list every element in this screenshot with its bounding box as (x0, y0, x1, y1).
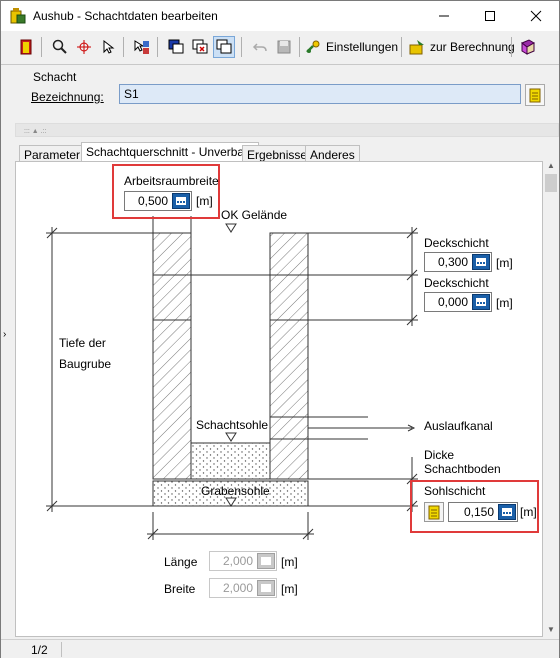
scroll-up-icon[interactable]: ▲ (543, 157, 559, 173)
designation-label: Bezeichnung: (31, 90, 104, 104)
page-indicator: 1/2 (31, 643, 48, 657)
cover-layer-1-field[interactable]: 0,300 (424, 252, 492, 272)
working-space-value: 0,500 (137, 194, 168, 208)
cross-section-page: Arbeitsraumbreite 0,500 [m] OK Gelände D… (15, 161, 543, 637)
close-button[interactable] (513, 1, 559, 31)
shaft-selector-button[interactable] (525, 84, 545, 106)
length-unit: [m] (281, 555, 298, 569)
calculator-icon[interactable] (472, 294, 490, 310)
scrollbar-thumb[interactable] (545, 174, 557, 192)
calculation-icon (409, 40, 424, 55)
window: Aushub - Schachtdaten bearbeiten Einstel… (0, 0, 560, 658)
working-space-label: Arbeitsraumbreite (124, 174, 219, 188)
zoom-icon[interactable] (49, 36, 71, 58)
crosshair-icon[interactable] (73, 36, 95, 58)
layer-material-icon (428, 505, 440, 520)
base-layer-unit: [m] (520, 505, 537, 519)
window-close-icon[interactable] (189, 36, 211, 58)
title-bar: Aushub - Schachtdaten bearbeiten (1, 1, 559, 31)
tab-other[interactable]: Anderes (305, 145, 360, 162)
cover-layer-1-label: Deckschicht (424, 236, 489, 250)
cover-layer-2-label: Deckschicht (424, 276, 489, 290)
working-space-field[interactable]: 0,500 (124, 191, 192, 211)
cross-section-drawing (46, 216, 418, 540)
settings-icon (306, 40, 320, 53)
width-value: 2,000 (222, 581, 253, 595)
cover-layer-2-unit: [m] (496, 296, 513, 310)
bottom-thickness-label-line1: Dicke (424, 448, 455, 462)
tab-bar: Parameter Schachtquerschnitt - Unverbaut… (15, 142, 559, 162)
pointer-icon[interactable] (97, 36, 119, 58)
help-book-icon[interactable] (517, 36, 539, 58)
calculator-icon[interactable] (498, 504, 516, 520)
calculator-icon[interactable] (172, 193, 190, 209)
bottom-thickness-label-line2: Schachtboden (424, 462, 501, 476)
app-icon (9, 7, 27, 25)
shaft-group-label: Schacht (33, 70, 77, 84)
svg-text:::: ▲ .::: ::: ▲ .:: (24, 128, 47, 135)
cover-layer-1-unit: [m] (496, 256, 513, 270)
calculator-icon (257, 580, 275, 596)
pit-depth-label-line1: Tiefe der (59, 336, 106, 350)
length-value: 2,000 (222, 554, 253, 568)
window-cascade-icon[interactable] (165, 36, 187, 58)
ground-level-label: OK Gelände (221, 208, 288, 222)
to-calculation-button[interactable]: zur Berechnung (409, 36, 515, 58)
maximize-button[interactable] (467, 1, 513, 31)
shaft-bottom-label: Schachtsohle (196, 418, 269, 432)
select-objects-icon[interactable] (131, 36, 153, 58)
window-tile-icon[interactable] (213, 36, 235, 58)
exit-door-icon[interactable] (15, 36, 37, 58)
save-icon[interactable] (273, 36, 295, 58)
designation-input[interactable]: S1 (119, 84, 521, 104)
scroll-down-icon[interactable]: ▼ (543, 621, 559, 637)
tab-results[interactable]: Ergebnisse (242, 145, 313, 162)
base-layer-field[interactable]: 0,150 (448, 502, 518, 522)
settings-button[interactable]: Einstellungen (305, 36, 398, 58)
calculator-icon (257, 553, 275, 569)
tab-shaft-cross-section[interactable]: Schachtquerschnitt - Unverbaut (81, 142, 260, 162)
pit-depth-label-line2: Baugrube (59, 357, 112, 371)
length-field[interactable]: 2,000 (209, 551, 277, 571)
width-label: Breite (164, 582, 196, 596)
base-layer-material-button[interactable] (424, 502, 444, 522)
shaft-icon (529, 88, 541, 103)
width-field[interactable]: 2,000 (209, 578, 277, 598)
base-layer-value: 0,150 (463, 505, 494, 519)
outlet-channel-label: Auslaufkanal (424, 419, 493, 433)
trench-bottom-label: Grabensohle (201, 484, 270, 498)
expand-left-icon[interactable]: › (3, 329, 6, 340)
status-bar: 1/2 (1, 639, 559, 658)
panel-splitter[interactable]: ::: ▲ .:: (15, 123, 559, 137)
cover-layer-2-value: 0,000 (437, 295, 468, 309)
toolbar: Einstellungen zur Berechnung (15, 34, 545, 61)
shaft-group: Schacht Bezeichnung: S1 (15, 68, 545, 116)
undo-icon[interactable] (249, 36, 271, 58)
vertical-scrollbar[interactable]: ▲ ▼ (543, 157, 559, 637)
splitter-grip-icon: ::: ▲ .:: (24, 128, 47, 135)
working-space-unit: [m] (196, 194, 213, 208)
calculator-icon[interactable] (472, 254, 490, 270)
width-unit: [m] (281, 582, 298, 596)
window-title: Aushub - Schachtdaten bearbeiten (33, 9, 218, 23)
cover-layer-1-value: 0,300 (437, 255, 468, 269)
length-label: Länge (164, 555, 198, 569)
base-layer-label: Sohlschicht (424, 484, 486, 498)
to-calculation-label: zur Berechnung (430, 40, 515, 54)
cover-layer-2-field[interactable]: 0,000 (424, 292, 492, 312)
minimize-button[interactable] (421, 1, 467, 31)
tab-parameter[interactable]: Parameter (19, 145, 86, 162)
settings-label: Einstellungen (326, 40, 399, 54)
